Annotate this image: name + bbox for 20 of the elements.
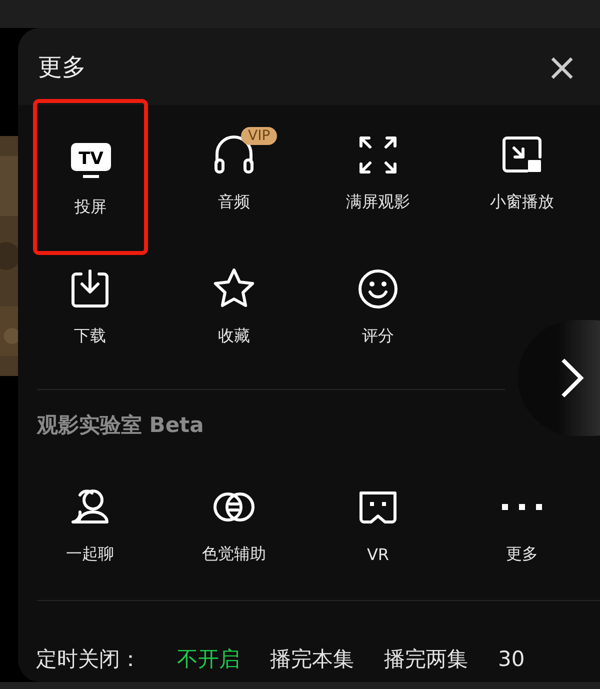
- timer-option[interactable]: 播完本集: [270, 645, 354, 673]
- timer-option[interactable]: 30: [498, 647, 525, 671]
- lab-item[interactable]: VR: [306, 448, 450, 600]
- vip-badge: VIP: [241, 127, 278, 145]
- timer-option[interactable]: 播完两集: [384, 645, 468, 673]
- timer-label: 定时关闭：: [36, 646, 141, 673]
- more-dots-icon: [502, 504, 542, 510]
- timer-option[interactable]: 不开启: [177, 645, 240, 673]
- lab-item[interactable]: 更多: [450, 448, 594, 600]
- close-button[interactable]: ×: [542, 48, 582, 86]
- action-item[interactable]: 收藏: [162, 239, 306, 373]
- lab-item[interactable]: 一起聊: [18, 448, 162, 600]
- action-item[interactable]: 评分: [306, 239, 450, 373]
- action-item[interactable]: 小窗播放: [450, 105, 594, 239]
- lab-item[interactable]: 色觉辅助: [162, 448, 306, 600]
- section-title: 观影实验室 Beta: [36, 412, 205, 439]
- action-item[interactable]: VIP 音频: [162, 105, 306, 239]
- chevron-right-icon: [560, 357, 584, 399]
- panel-title: 更多: [38, 52, 86, 82]
- action-item[interactable]: 满屏观影: [306, 105, 450, 239]
